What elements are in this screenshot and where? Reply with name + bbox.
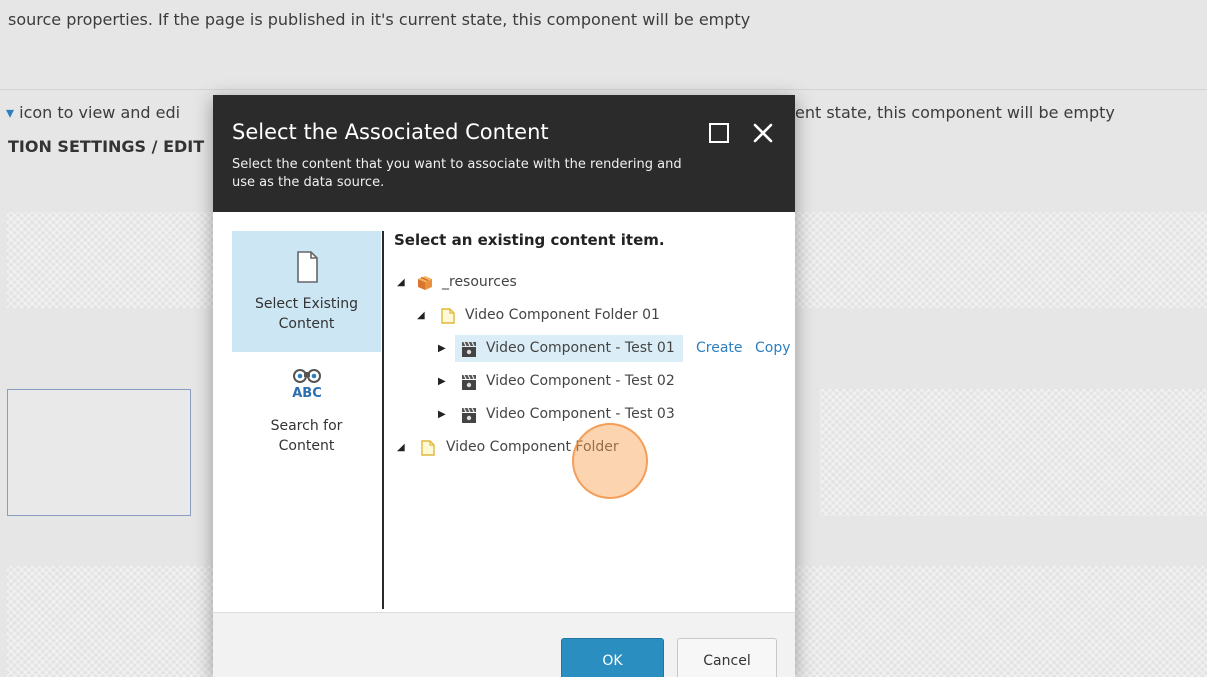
background-section-heading: TION SETTINGS / EDIT: [8, 137, 205, 156]
maximize-icon[interactable]: [707, 121, 731, 145]
nav-label: Select Existing Content: [254, 296, 359, 332]
panel-divider: [382, 231, 384, 609]
content-source-nav: Select Existing Content ABC Search for Con…: [232, 231, 381, 473]
package-icon: [418, 276, 432, 290]
collapsed-triangle-icon[interactable]: ▶: [438, 368, 448, 395]
nav-select-existing-content[interactable]: Select Existing Content: [232, 231, 381, 352]
expanded-triangle-icon[interactable]: ◢: [397, 434, 407, 461]
background-placeholder: [7, 212, 213, 308]
dropdown-arrow-icon: ▾: [6, 103, 20, 122]
background-divider: [0, 89, 1207, 90]
tree-item-resources[interactable]: ◢ _resources: [394, 269, 694, 296]
tree-item-label: Video Component Folder: [446, 439, 619, 455]
nav-label: Search for Content: [270, 418, 343, 454]
close-icon[interactable]: [751, 121, 775, 145]
video-clapper-icon: [462, 407, 476, 423]
dialog-body: Select Existing Content ABC Search for Con…: [213, 212, 795, 612]
tree-item-video-component-folder[interactable]: ◢ Video Component Folder: [394, 434, 694, 461]
collapsed-triangle-icon[interactable]: ▶: [438, 335, 448, 362]
tree-item-video-component-test-03[interactable]: ▶ Video Component - Test 03: [394, 401, 694, 428]
collapsed-triangle-icon[interactable]: ▶: [438, 401, 448, 428]
background-placeholder: [7, 566, 213, 677]
tree-item-label: _resources: [442, 274, 517, 290]
background-text-line-1: source properties. If the page is publis…: [8, 10, 751, 29]
binoculars-abc-icon: ABC: [292, 369, 322, 401]
background-text-left: icon to view and edi: [19, 103, 181, 122]
svg-text:ABC: ABC: [292, 386, 322, 401]
nav-search-for-content[interactable]: ABC Search for Content: [232, 352, 381, 473]
background-placeholder: [795, 212, 1207, 308]
background-placeholder: [795, 566, 1207, 677]
tree-item-label: Video Component Folder 01: [465, 307, 660, 323]
background-text-line-2: ▾ icon to view and edi: [6, 103, 180, 122]
tree-item-label: Video Component - Test 02: [486, 373, 675, 389]
background-placeholder: [820, 389, 1207, 516]
tree-item-video-component-test-01[interactable]: ▶ Video Component - Test 01 Create Copy: [394, 335, 795, 362]
tree-item-label: Video Component - Test 01: [486, 340, 675, 356]
folder-icon: [441, 308, 455, 324]
ok-button[interactable]: OK: [561, 638, 664, 677]
dialog-title: Select the Associated Content: [232, 120, 549, 144]
tree-item-video-component-test-02[interactable]: ▶ Video Component - Test 02: [394, 368, 694, 395]
dialog-header: Select the Associated Content Select the…: [213, 95, 795, 212]
expanded-triangle-icon[interactable]: ◢: [397, 269, 407, 296]
create-link[interactable]: Create: [696, 335, 743, 362]
expanded-triangle-icon[interactable]: ◢: [417, 302, 427, 329]
video-clapper-icon: [462, 341, 476, 357]
tree-heading: Select an existing content item.: [394, 231, 665, 249]
tree-item-video-component-folder-01[interactable]: ◢ Video Component Folder 01: [394, 302, 694, 329]
folder-icon: [421, 440, 435, 456]
copy-link[interactable]: Copy: [755, 335, 791, 362]
background-text-right: ent state, this component will be empty: [795, 103, 1115, 122]
document-icon: [297, 251, 318, 283]
cancel-button[interactable]: Cancel: [677, 638, 777, 677]
dialog-footer: OK Cancel: [213, 612, 795, 677]
dialog-subtitle: Select the content that you want to asso…: [232, 157, 682, 190]
background-box: [7, 389, 191, 516]
tree-item-label: Video Component - Test 03: [486, 406, 675, 422]
select-associated-content-dialog: Select the Associated Content Select the…: [213, 95, 795, 677]
video-clapper-icon: [462, 374, 476, 390]
